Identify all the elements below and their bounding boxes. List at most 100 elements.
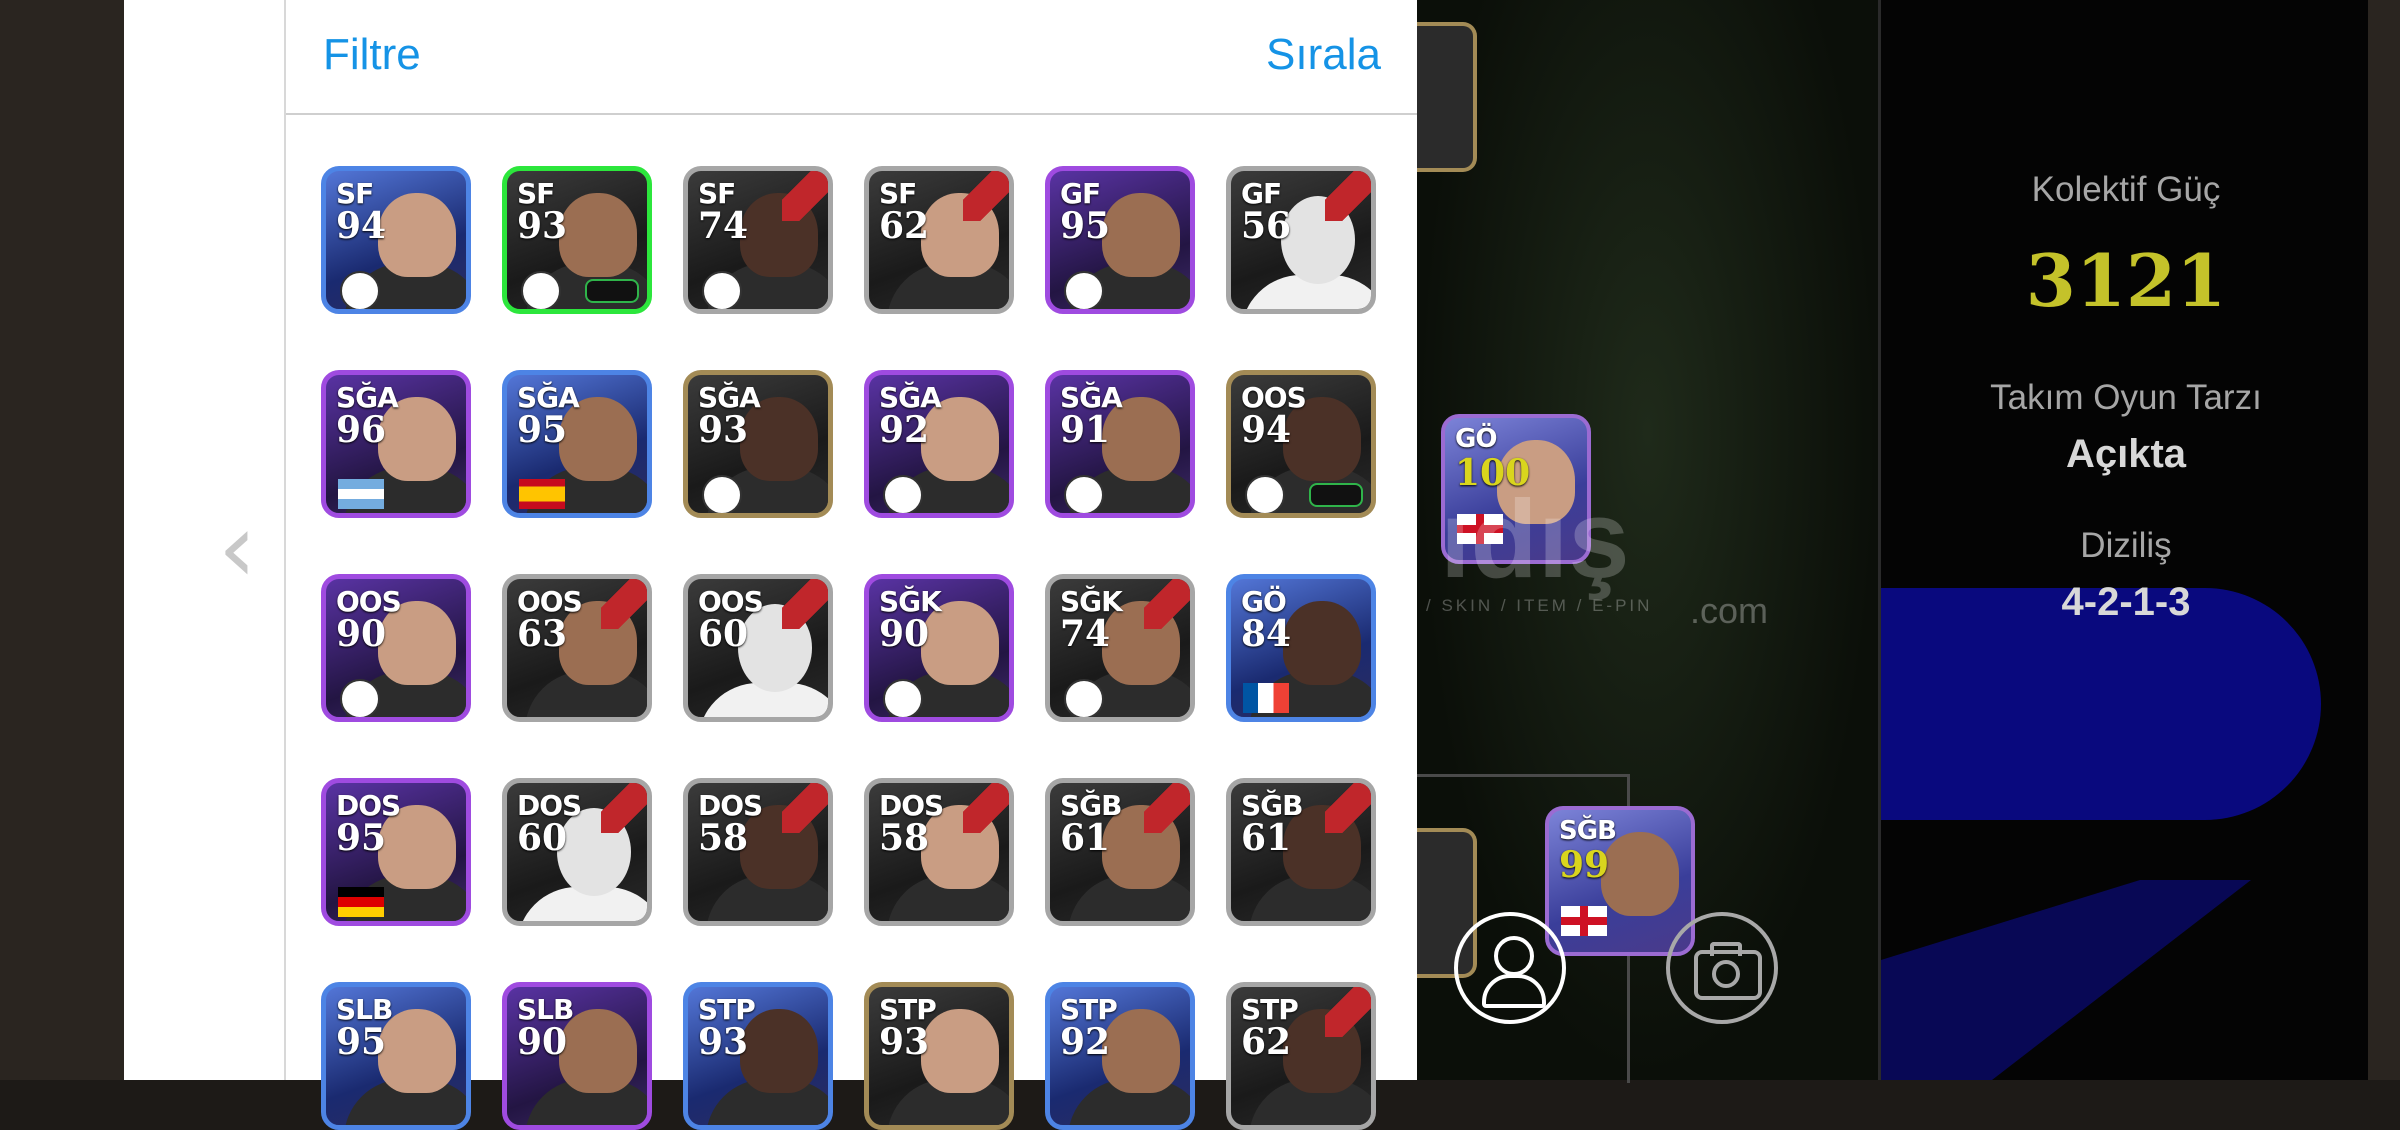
player-card[interactable]: SĞA 92 [864,370,1014,518]
card-corner-stripe [782,783,828,833]
player-position: GÖ [1455,424,1497,454]
card-corner-stripe [963,171,1009,221]
player-card[interactable]: DOS 95 [321,778,471,926]
decorative-stripe [1881,880,2251,1080]
player-rating: 95 [1060,205,1111,247]
person-icon [1494,936,1534,976]
player-rating: 61 [1060,817,1111,859]
ar-flag-icon [338,479,384,509]
formation-label: Diziliş [2080,526,2172,565]
card-corner-stripe [782,171,828,221]
player-card[interactable]: SĞB 61 [1045,778,1195,926]
player-rating: 95 [336,1021,387,1063]
player-rating: 60 [517,817,568,859]
club-badge-icon [340,271,380,309]
player-rating: 56 [1241,205,1292,247]
player-rating: 94 [336,205,387,247]
team-playstyle-value: Açıkta [2065,432,2187,476]
team-stats-panel: Kolektif Güç 3121 Takım Oyun Tarzı Açıkt… [1878,0,2371,1080]
card-corner-stripe [601,579,647,629]
profile-button[interactable] [1454,912,1566,1024]
player-card[interactable]: SĞA 93 [683,370,833,518]
club-badge-icon [883,679,923,717]
player-rating: 84 [1241,613,1292,655]
screenshot-button[interactable] [1666,912,1778,1024]
player-card[interactable]: SĞK 74 [1045,574,1195,722]
chevron-left-icon[interactable]: ‹ [218,498,278,598]
player-card[interactable]: GF 56 [1226,166,1376,314]
camera-lens-icon [1712,960,1740,988]
player-card[interactable]: SĞB 61 [1226,778,1376,926]
player-rating: 93 [879,1021,930,1063]
filter-button[interactable]: Filtre [323,30,421,80]
club-badge-icon [883,475,923,513]
player-face [1283,601,1361,685]
player-card[interactable]: SĞA 91 [1045,370,1195,518]
player-rating: 92 [1060,1021,1111,1063]
es-flag-icon [519,479,565,509]
player-card[interactable]: STP 62 [1226,982,1376,1130]
player-card[interactable]: SF 94 [321,166,471,314]
player-card[interactable]: GF 95 [1045,166,1195,314]
player-position: SĞB [1559,816,1617,846]
player-card[interactable]: GÖ 84 [1226,574,1376,722]
player-rating: 74 [1060,613,1111,655]
card-corner-stripe [782,579,828,629]
card-corner-stripe [963,783,1009,833]
left-background-strip [0,0,124,1080]
player-card[interactable]: STP 93 [683,982,833,1130]
player-card[interactable]: SLB 95 [321,982,471,1130]
player-card[interactable]: SĞA 96 [321,370,471,518]
player-rating: 92 [879,409,930,451]
club-badge-icon [521,271,561,309]
boost-badge-icon [1309,483,1363,507]
player-card[interactable]: OOS 94 [1226,370,1376,518]
player-rating: 62 [1241,1021,1292,1063]
player-card[interactable]: SLB 90 [502,982,652,1130]
club-badge-icon [1245,475,1285,513]
player-card[interactable]: DOS 58 [864,778,1014,926]
collective-power-label: Kolektif Güç [2031,170,2221,209]
player-card[interactable]: DOS 60 [502,778,652,926]
player-card[interactable]: OOS 90 [321,574,471,722]
pitch-player-card-sgb[interactable]: SĞB 99 [1545,806,1695,956]
player-card[interactable]: SF 74 [683,166,833,314]
card-corner-stripe [1144,579,1190,629]
watermark-domain: .com [1690,590,1769,631]
person-icon-body [1482,974,1546,1008]
player-card[interactable]: OOS 60 [683,574,833,722]
player-rating: 90 [336,613,387,655]
club-badge-icon [1064,475,1104,513]
player-card-partial[interactable] [1417,22,1477,172]
player-rating: 62 [879,205,930,247]
club-badge-icon [702,271,742,309]
player-rating: 58 [879,817,930,859]
club-badge-icon [702,475,742,513]
player-card[interactable]: SF 62 [864,166,1014,314]
player-rating: 95 [336,817,387,859]
formation-value: 4-2-1-3 [2061,580,2191,624]
player-card[interactable]: STP 92 [1045,982,1195,1130]
player-rating: 93 [698,1021,749,1063]
player-card[interactable]: SĞK 90 [864,574,1014,722]
player-card[interactable]: SF 93 [502,166,652,314]
player-rating: 90 [879,613,930,655]
player-card[interactable]: STP 93 [864,982,1014,1130]
boost-badge-icon [585,279,639,303]
fr-flag-icon [1243,683,1289,713]
england-flag-icon [1561,906,1607,936]
card-corner-stripe [601,783,647,833]
player-selection-sheet: Filtre Sırala SF 94 SF 93 SF 74 SF 62 GF 95 GF 56 SĞ… [284,0,1419,1130]
player-rating: 96 [336,409,387,451]
player-rating: 93 [517,205,568,247]
player-card[interactable]: DOS 58 [683,778,833,926]
card-corner-stripe [1325,783,1371,833]
player-card[interactable]: OOS 63 [502,574,652,722]
player-face [378,193,456,277]
collective-power-value: 3121 [2025,238,2227,323]
player-rating: 58 [698,817,749,859]
sort-button[interactable]: Sırala [1266,30,1381,80]
player-card[interactable]: SĞA 95 [502,370,652,518]
player-rating: 63 [517,613,568,655]
club-badge-icon [1064,271,1104,309]
